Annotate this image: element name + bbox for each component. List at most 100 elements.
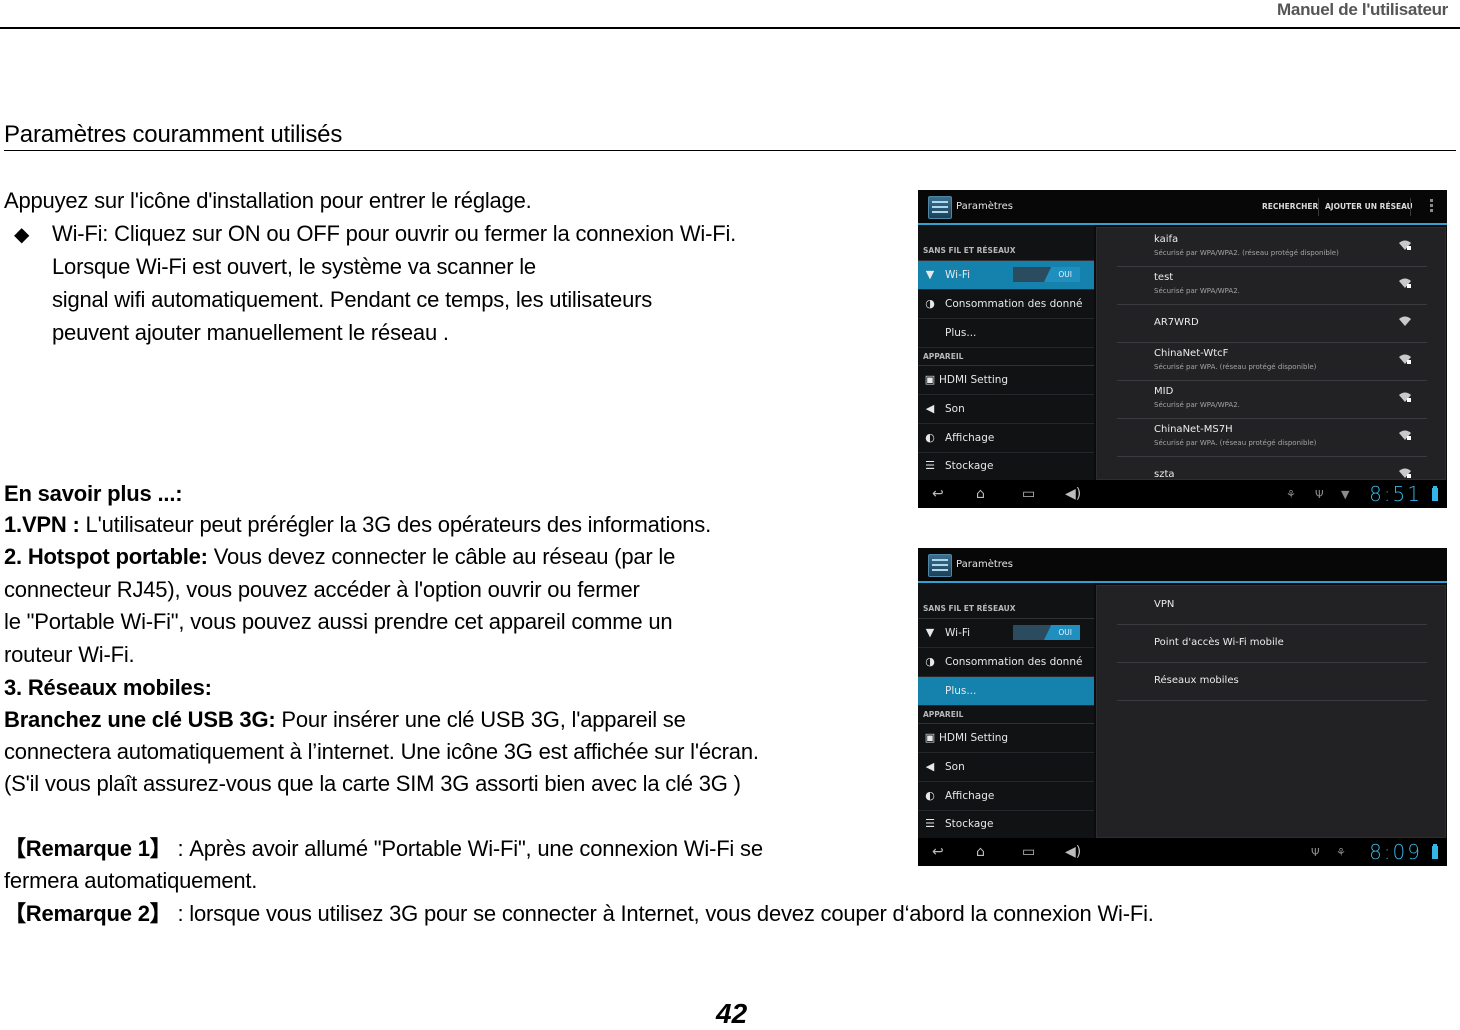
volume-icon[interactable]: ◀) [1065,844,1081,860]
wifi-signal-locked-icon [1399,278,1411,288]
wifi-icon: ▼ [925,626,935,639]
usb-icon: Ψ [1315,488,1324,501]
note-1-continued: fermera automatiquement. [4,868,258,893]
hotspot-line: routeur Wi-Fi. [4,642,135,667]
option-label: Réseaux mobiles [1154,675,1239,686]
sidebar-item-label: Consommation des donné [945,298,1083,310]
overflow-menu-icon[interactable] [1430,199,1433,213]
wifi-signal-locked-icon [1399,240,1411,250]
storage-icon: ☰ [925,817,935,830]
sidebar-item-hdmi[interactable]: ▣ HDMI Setting [918,724,1094,753]
wifi-signal-locked-icon [1399,392,1411,402]
sidebar-item-display[interactable]: ◐ Affichage [918,424,1094,453]
usb-line: (S'il vous plaît assurez-vous que la car… [4,771,741,796]
search-action[interactable]: RECHERCHER [1262,202,1318,211]
hotspot-paragraph: 2. Hotspot portable: Vous devez connecte… [4,542,675,572]
network-status: Sécurisé par WPA/WPA2. [1154,287,1240,295]
brightness-icon: ◐ [925,431,935,444]
sidebar-item-display[interactable]: ◐ Affichage [918,782,1094,811]
wifi-line: Wi-Fi: Cliquez sur ON ou OFF pour ouvrir… [52,221,737,246]
note-1-text: : Après avoir allumé "Portable Wi-Fi", u… [171,836,763,861]
hotspot-line: le "Portable Wi-Fi", vous pouvez aussi p… [4,609,673,634]
usb-paragraph: Branchez une clé USB 3G: Pour insérer un… [4,705,686,735]
section-title: Paramètres couramment utilisés [4,121,343,148]
sidebar-item-hdmi[interactable]: ▣ HDMI Setting [918,366,1094,395]
network-status: Sécurisé par WPA/WPA2. [1154,401,1240,409]
wifi-line: peuvent ajouter manuellement le réseau . [52,320,449,345]
sidebar-item-label: Consommation des donné [945,656,1083,668]
sidebar-item-label: Wi-Fi [945,627,971,639]
network-name: ChinaNet-WtcF [1154,348,1229,359]
recent-apps-icon[interactable]: ▭ [1022,844,1035,860]
action-separator [1410,198,1411,216]
sidebar-item-label: Stockage [945,460,994,472]
sidebar-item-label: Affichage [945,432,995,444]
sidebar-item-data-usage[interactable]: ◑ Consommation des donné [918,648,1094,677]
wifi-network-row[interactable]: MID Sécurisé par WPA/WPA2. [1117,380,1427,419]
sidebar-item-label: Affichage [945,790,995,802]
wifi-network-row[interactable]: kaifa Sécurisé par WPA/WPA2. (réseau prot… [1117,228,1427,267]
sidebar-item-sound[interactable]: ◀ Son [918,753,1094,782]
sidebar-item-wifi[interactable]: ▼ Wi-Fi OUI [918,261,1094,290]
home-icon[interactable]: ⌂ [976,844,985,860]
option-mobile-networks[interactable]: Réseaux mobiles [1117,662,1427,701]
battery-icon [1432,844,1438,859]
usb-label: Branchez une clé USB 3G: [4,707,276,732]
sidebar-item-sound[interactable]: ◀ Son [918,395,1094,424]
wifi-network-row[interactable]: ChinaNet-MS7H Sécurisé par WPA. (réseau p… [1117,418,1427,457]
sidebar-item-label: Plus... [945,685,977,697]
hdmi-icon: ▣ [924,731,936,744]
add-network-action[interactable]: AJOUTER UN RÉSEAU [1325,202,1413,211]
diamond-bullet-icon: ◆ [14,224,30,246]
back-icon[interactable]: ↩ [932,844,944,860]
storage-icon: ☰ [925,459,935,472]
wifi-network-row[interactable]: AR7WRD [1117,304,1427,343]
app-title: Paramètres [956,201,1014,212]
usb-line: connectera automatiquement à l’internet.… [4,739,759,764]
option-wifi-hotspot[interactable]: Point d'accès Wi-Fi mobile [1117,624,1427,663]
back-icon[interactable]: ↩ [932,486,944,502]
speaker-icon: ◀ [925,760,935,773]
sidebar-item-storage[interactable]: ☰ Stockage [918,452,1094,481]
recent-apps-icon[interactable]: ▭ [1022,486,1035,502]
wifi-network-row[interactable]: ChinaNet-WtcF Sécurisé par WPA. (réseau p… [1117,342,1427,381]
home-icon[interactable]: ⌂ [976,486,985,502]
wifi-toggle[interactable]: OUI [1013,267,1080,282]
android-debug-icon: ⚘ [1336,846,1346,859]
more-options-pane: VPN Point d'accès Wi-Fi mobile Réseaux m… [1094,583,1447,838]
category-device: APPAREIL [923,352,964,361]
network-name: ChinaNet-MS7H [1154,424,1233,435]
brightness-icon: ◐ [925,789,935,802]
hdmi-icon: ▣ [924,373,936,386]
sidebar-item-storage[interactable]: ☰ Stockage [918,810,1094,839]
option-vpn[interactable]: VPN [1117,586,1427,625]
sidebar-item-data-usage[interactable]: ◑ Consommation des donné [918,290,1094,319]
category-wireless: SANS FIL ET RÉSEAUX [923,246,1016,255]
wifi-signal-icon [1399,316,1411,326]
wifi-signal-locked-icon [1399,354,1411,364]
network-name: MID [1154,386,1174,397]
category-device: APPAREIL [923,710,964,719]
sidebar-item-wifi[interactable]: ▼ Wi-Fi OUI [918,619,1094,648]
volume-icon[interactable]: ◀) [1065,486,1081,502]
note-2-text: : lorsque vous utilisez 3G pour se conne… [171,901,1154,926]
data-usage-icon: ◑ [925,297,935,310]
vpn-label: 1.VPN : [4,512,80,537]
network-name: test [1154,272,1174,283]
data-usage-icon: ◑ [925,655,935,668]
usb-icon: Ψ [1311,846,1320,859]
action-separator [1318,198,1319,216]
sidebar-item-label: Son [945,403,965,415]
running-header: Manuel de l'utilisateur [1277,0,1448,19]
sidebar-item-more[interactable]: Plus... [918,677,1094,706]
wifi-toggle[interactable]: OUI [1013,625,1080,640]
network-status: Sécurisé par WPA. (réseau protégé dispon… [1154,363,1317,371]
wifi-network-row[interactable]: test Sécurisé par WPA/WPA2. [1117,266,1427,305]
network-status: Sécurisé par WPA. (réseau protégé dispon… [1154,439,1317,447]
status-clock: 8:51 [1369,482,1422,506]
sidebar-item-label: Plus... [945,327,977,339]
section-rule [4,150,1456,151]
vpn-paragraph: 1.VPN : L'utilisateur peut prérégler la … [4,510,711,540]
battery-icon [1432,486,1438,501]
sidebar-item-more[interactable]: Plus... [918,319,1094,348]
